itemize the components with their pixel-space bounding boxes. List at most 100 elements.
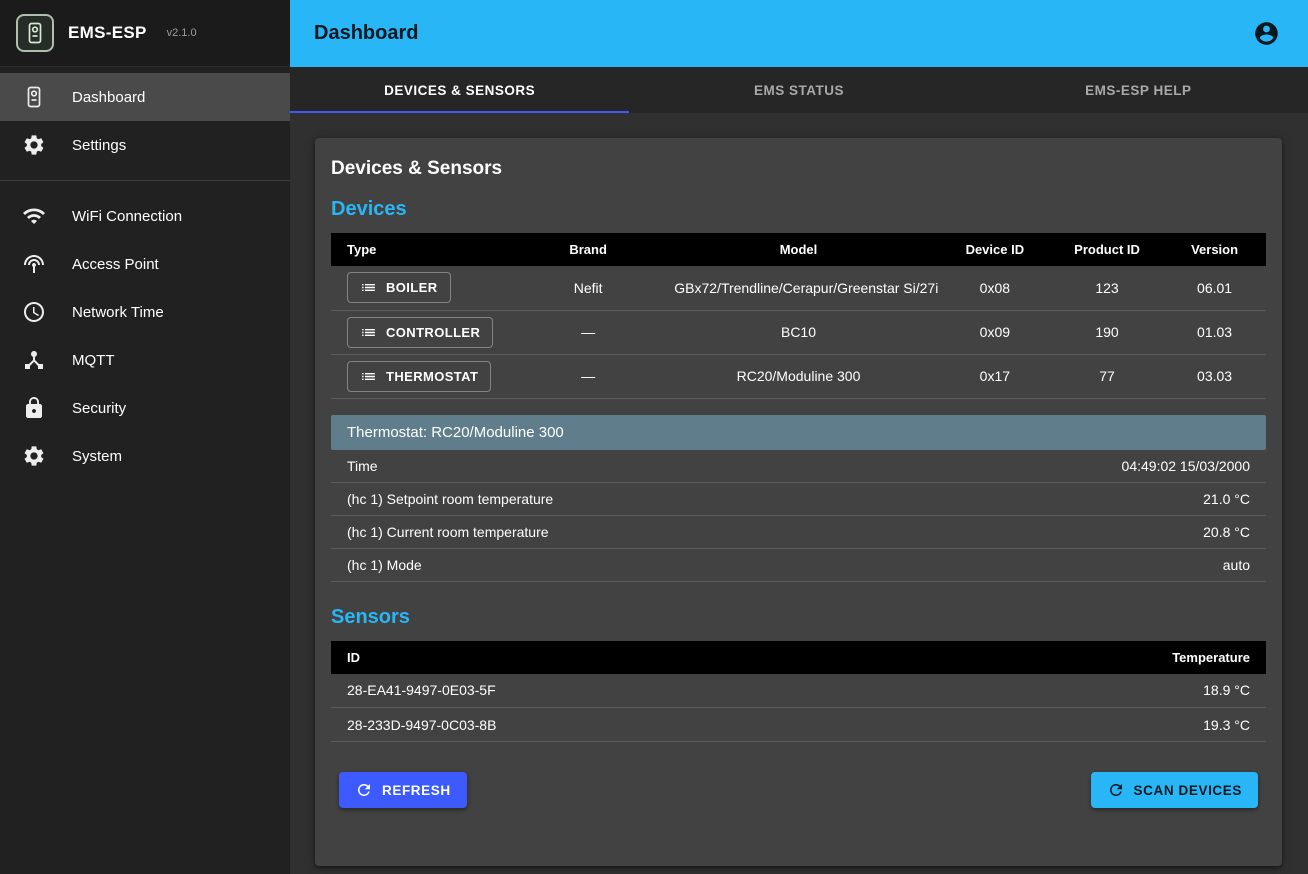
access-point-icon bbox=[22, 252, 46, 276]
sidebar-item-label: MQTT bbox=[72, 352, 115, 369]
device-model: BC10 bbox=[658, 310, 939, 354]
action-bar: REFRESH SCAN DEVICES bbox=[331, 772, 1266, 808]
sidebar-item-security[interactable]: Security bbox=[0, 384, 290, 432]
device-row: CONTROLLER — BC10 0x09 190 01.03 bbox=[331, 310, 1266, 354]
list-icon bbox=[360, 324, 377, 341]
tab-bar: DEVICES & SENSORS EMS STATUS EMS-ESP HEL… bbox=[290, 67, 1308, 113]
sidebar-item-label: WiFi Connection bbox=[72, 208, 182, 225]
content-column: Dashboard DEVICES & SENSORS EMS STATUS E… bbox=[290, 0, 1308, 874]
device-row: BOILER Nefit GBx72/Trendline/Cerapur/Gre… bbox=[331, 266, 1266, 310]
devices-table-header: Type Brand Model Device ID Product ID Ve… bbox=[331, 233, 1266, 266]
gear-icon bbox=[22, 444, 46, 468]
sidebar-header: EMS-ESP v2.1.0 bbox=[0, 0, 290, 67]
account-button[interactable] bbox=[1249, 16, 1284, 51]
wifi-icon bbox=[22, 204, 46, 228]
sidebar-nav: Dashboard Settings WiFi Connection Acces… bbox=[0, 67, 290, 480]
device-product-id: 123 bbox=[1051, 266, 1163, 310]
column-header: Brand bbox=[518, 233, 658, 266]
device-brand: Nefit bbox=[518, 266, 658, 310]
sensor-id: 28-EA41-9497-0E03-5F bbox=[331, 674, 986, 708]
column-header: Device ID bbox=[939, 233, 1051, 266]
detail-label: (hc 1) Mode bbox=[347, 557, 422, 573]
page-title: Dashboard bbox=[314, 22, 418, 45]
sidebar-item-label: Security bbox=[72, 400, 126, 417]
sidebar-item-label: Settings bbox=[72, 137, 126, 154]
refresh-button-label: REFRESH bbox=[382, 783, 451, 798]
sidebar-item-system[interactable]: System bbox=[0, 432, 290, 480]
device-product-id: 77 bbox=[1051, 354, 1163, 398]
tab-label: EMS-ESP HELP bbox=[1085, 83, 1191, 98]
refresh-icon bbox=[1107, 781, 1125, 799]
device-boiler-button[interactable]: BOILER bbox=[347, 272, 451, 303]
detail-label: (hc 1) Current room temperature bbox=[347, 524, 549, 540]
sidebar-item-label: System bbox=[72, 448, 122, 465]
detail-label: Time bbox=[347, 458, 378, 474]
scan-devices-button[interactable]: SCAN DEVICES bbox=[1091, 772, 1258, 808]
sidebar-item-label: Access Point bbox=[72, 256, 159, 273]
ems-esp-logo-icon bbox=[16, 14, 54, 52]
card-title: Devices & Sensors bbox=[331, 158, 1266, 180]
sidebar-item-label: Dashboard bbox=[72, 89, 145, 106]
account-circle-icon bbox=[1253, 20, 1280, 47]
lock-icon bbox=[22, 396, 46, 420]
device-type-label: CONTROLLER bbox=[386, 325, 480, 340]
device-id: 0x08 bbox=[939, 266, 1051, 310]
detail-row: (hc 1) Mode auto bbox=[331, 549, 1266, 582]
device-type-label: BOILER bbox=[386, 280, 438, 295]
clock-icon bbox=[22, 300, 46, 324]
tab-ems-status[interactable]: EMS STATUS bbox=[629, 67, 968, 113]
sensors-heading: Sensors bbox=[331, 606, 1266, 629]
device-product-id: 190 bbox=[1051, 310, 1163, 354]
devices-heading: Devices bbox=[331, 198, 1266, 221]
device-model: RC20/Moduline 300 bbox=[658, 354, 939, 398]
sensor-id: 28-233D-9497-0C03-8B bbox=[331, 708, 986, 742]
column-header: Model bbox=[658, 233, 939, 266]
tab-devices-sensors[interactable]: DEVICES & SENSORS bbox=[290, 67, 629, 113]
detail-value: 21.0 °C bbox=[1203, 491, 1250, 507]
sidebar-item-wifi-connection[interactable]: WiFi Connection bbox=[0, 192, 290, 240]
device-brand: — bbox=[518, 354, 658, 398]
column-header: Type bbox=[331, 233, 518, 266]
device-version: 06.01 bbox=[1163, 266, 1266, 310]
ems-device-icon bbox=[22, 85, 46, 109]
device-thermostat-button[interactable]: THERMOSTAT bbox=[347, 361, 491, 392]
device-id: 0x17 bbox=[939, 354, 1051, 398]
sidebar-divider bbox=[0, 180, 290, 181]
refresh-icon bbox=[355, 781, 373, 799]
device-version: 03.03 bbox=[1163, 354, 1266, 398]
app-name: EMS-ESP bbox=[68, 23, 147, 43]
column-header: ID bbox=[331, 641, 986, 674]
gear-icon bbox=[22, 133, 46, 157]
device-brand: — bbox=[518, 310, 658, 354]
sensor-row: 28-EA41-9497-0E03-5F 18.9 °C bbox=[331, 674, 1266, 708]
sensor-row: 28-233D-9497-0C03-8B 19.3 °C bbox=[331, 708, 1266, 742]
app-version: v2.1.0 bbox=[167, 27, 197, 39]
device-type-label: THERMOSTAT bbox=[386, 369, 478, 384]
sensor-temperature: 19.3 °C bbox=[986, 708, 1267, 742]
column-header: Product ID bbox=[1051, 233, 1163, 266]
app-bar: Dashboard bbox=[290, 0, 1308, 67]
list-icon bbox=[360, 368, 377, 385]
tab-label: EMS STATUS bbox=[754, 83, 844, 98]
detail-row: (hc 1) Setpoint room temperature 21.0 °C bbox=[331, 483, 1266, 516]
sensors-table-header: ID Temperature bbox=[331, 641, 1266, 674]
detail-label: (hc 1) Setpoint room temperature bbox=[347, 491, 553, 507]
sidebar-item-settings[interactable]: Settings bbox=[0, 121, 290, 169]
sidebar-item-mqtt[interactable]: MQTT bbox=[0, 336, 290, 384]
device-controller-button[interactable]: CONTROLLER bbox=[347, 317, 493, 348]
device-id: 0x09 bbox=[939, 310, 1051, 354]
detail-row: Time 04:49:02 15/03/2000 bbox=[331, 450, 1266, 483]
sensor-temperature: 18.9 °C bbox=[986, 674, 1267, 708]
device-detail-header: Thermostat: RC20/Moduline 300 bbox=[331, 415, 1266, 450]
refresh-button[interactable]: REFRESH bbox=[339, 772, 467, 808]
sidebar-item-dashboard[interactable]: Dashboard bbox=[0, 73, 290, 121]
sidebar-item-network-time[interactable]: Network Time bbox=[0, 288, 290, 336]
main-area: Devices & Sensors Devices Type Brand Mod… bbox=[290, 113, 1308, 874]
devices-table: Type Brand Model Device ID Product ID Ve… bbox=[331, 233, 1266, 399]
device-detail-list: Time 04:49:02 15/03/2000 (hc 1) Setpoint… bbox=[331, 450, 1266, 582]
tab-ems-esp-help[interactable]: EMS-ESP HELP bbox=[969, 67, 1308, 113]
sidebar-item-access-point[interactable]: Access Point bbox=[0, 240, 290, 288]
detail-value: 04:49:02 15/03/2000 bbox=[1122, 458, 1250, 474]
column-header: Version bbox=[1163, 233, 1266, 266]
column-header: Temperature bbox=[986, 641, 1267, 674]
